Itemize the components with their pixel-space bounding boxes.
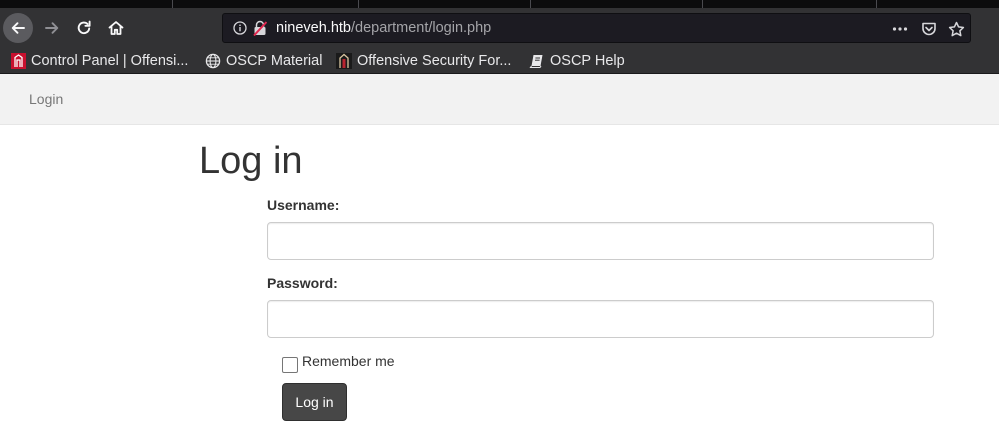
url-host: nineveh.htb bbox=[276, 20, 351, 36]
username-label: Username: bbox=[267, 197, 340, 213]
bookmark-label: Control Panel | Offensi... bbox=[31, 53, 189, 69]
site-navbar: Login bbox=[0, 74, 999, 125]
globe-icon bbox=[205, 53, 221, 69]
pocket-button[interactable] bbox=[920, 20, 938, 38]
offsec-logo-icon bbox=[10, 53, 26, 69]
home-icon bbox=[108, 21, 124, 35]
reload-button[interactable] bbox=[69, 13, 99, 43]
forward-button[interactable] bbox=[37, 13, 67, 43]
url-path: /department/login.php bbox=[350, 20, 492, 36]
browser-navigation-bar: nineveh.htb/department/login.php bbox=[0, 8, 999, 48]
bookmark-control-panel[interactable]: Control Panel | Offensi... bbox=[10, 52, 188, 70]
ellipsis-icon bbox=[892, 27, 908, 31]
password-input[interactable] bbox=[267, 300, 934, 338]
browser-tab-strip bbox=[0, 0, 999, 8]
url-text[interactable]: nineveh.htb/department/login.php bbox=[276, 20, 491, 36]
remember-me-label[interactable]: Remember me bbox=[302, 353, 395, 369]
tab-separator bbox=[358, 0, 359, 8]
bookmark-oscp-help[interactable]: OSCP Help bbox=[529, 52, 625, 70]
forward-arrow-icon bbox=[45, 22, 59, 34]
back-button[interactable] bbox=[3, 13, 33, 43]
username-input[interactable] bbox=[267, 222, 934, 260]
tab-separator bbox=[530, 0, 531, 8]
bookmark-label: OSCP Help bbox=[550, 53, 625, 69]
tab-separator bbox=[876, 0, 877, 8]
password-label: Password: bbox=[267, 275, 338, 291]
reload-icon bbox=[77, 20, 91, 35]
site-info-icon[interactable] bbox=[233, 21, 247, 35]
insecure-lock-icon[interactable] bbox=[253, 20, 267, 36]
offsec-forum-icon bbox=[336, 53, 352, 69]
book-icon bbox=[529, 53, 545, 69]
pocket-icon bbox=[922, 22, 936, 36]
bookmarks-toolbar: Control Panel | Offensi... OSCP Material… bbox=[0, 48, 999, 74]
remember-me-checkbox[interactable] bbox=[282, 357, 298, 373]
bookmark-label: Offensive Security For... bbox=[357, 53, 512, 69]
address-bar[interactable]: nineveh.htb/department/login.php bbox=[222, 13, 971, 43]
star-icon bbox=[948, 21, 964, 36]
bookmark-star-button[interactable] bbox=[947, 20, 965, 38]
nav-link-login[interactable]: Login bbox=[29, 91, 63, 107]
login-button[interactable]: Log in bbox=[282, 383, 347, 421]
back-arrow-icon bbox=[11, 22, 25, 34]
page-actions-button[interactable] bbox=[891, 20, 909, 38]
bookmark-offensive-security-forums[interactable]: Offensive Security For... bbox=[336, 52, 511, 70]
remember-me-row: Remember me bbox=[282, 353, 395, 373]
home-button[interactable] bbox=[101, 13, 131, 43]
bookmark-oscp-material[interactable]: OSCP Material bbox=[205, 52, 322, 70]
tab-separator bbox=[702, 0, 703, 8]
bookmark-label: OSCP Material bbox=[226, 53, 323, 69]
page-title: Log in bbox=[199, 140, 303, 182]
tab-separator bbox=[172, 0, 173, 8]
